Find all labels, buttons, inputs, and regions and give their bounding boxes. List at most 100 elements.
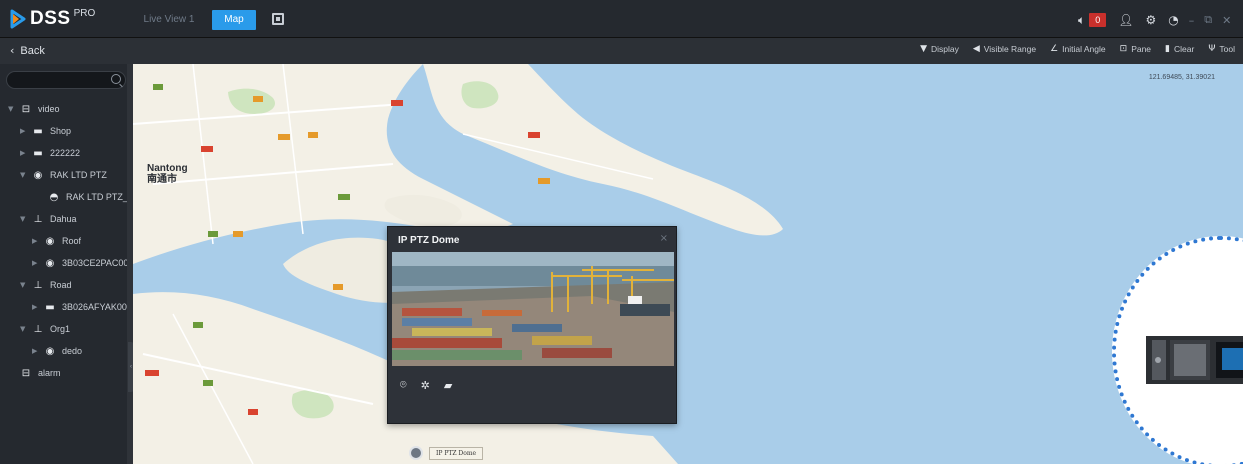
tree-node-dedo[interactable]: ▶ ◉ dedo <box>32 340 82 362</box>
tree-node-video[interactable]: ▼ ⊟ video <box>8 98 60 120</box>
highway-marker <box>391 100 403 106</box>
highway-marker <box>153 84 163 90</box>
display-label: Display <box>930 44 959 54</box>
camera-group-icon: ⊟ <box>21 103 31 115</box>
add-tab-icon[interactable] <box>272 13 284 25</box>
visible-range-button[interactable]: ◀ Visible Range <box>973 44 1036 54</box>
tree-node-label: Shop <box>50 126 72 136</box>
highway-marker <box>233 231 243 237</box>
highway-marker <box>193 322 203 328</box>
angle-icon: ∠ <box>1050 44 1059 54</box>
map-canvas[interactable]: 121.69485, 31.39021 Nantong 南通市 IP PTZ D… <box>133 64 1243 464</box>
clear-label: Clear <box>1174 44 1195 54</box>
close-icon[interactable]: × <box>660 233 668 244</box>
tab-map[interactable]: Map <box>212 10 256 30</box>
speaker-icon[interactable]: 🔈︎ <box>1078 13 1085 28</box>
highway-marker <box>203 380 213 386</box>
tree-node-rak-ltd-ptz[interactable]: ▼ ◉ RAK LTD PTZ <box>20 164 107 186</box>
tree-node-label: 222222 <box>50 148 81 158</box>
gear-icon[interactable]: ⚙ <box>1145 13 1156 27</box>
expand-arrow-icon[interactable]: ▶ <box>32 303 42 311</box>
device-tree-panel: ▼ ⊟ video ▶ ▬ Shop ▶ ▬ 222222 ▼ ◉ RAK LTD PTZ ◓ R… <box>0 64 133 464</box>
tree-node-org1[interactable]: ▼ ⊥ Org1 <box>20 318 70 340</box>
tree-node-label: 3B03CE2PAC00 <box>62 258 129 268</box>
map-toolbar: ‹ Back ▼ Display ◀ Visible Range ∠ Initial … <box>0 38 1243 64</box>
brand-edition: PRO <box>73 7 96 19</box>
expand-arrow-icon[interactable]: ▶ <box>32 259 42 267</box>
snapshot-icon[interactable]: ▰ <box>444 379 452 392</box>
titlebar-controls: 🔈︎ 0 👤︎ ⚙ ◔ – ⧉ ✕ <box>1078 10 1231 30</box>
video-preview[interactable] <box>392 252 674 366</box>
display-button[interactable]: ▼ Display <box>920 44 959 54</box>
trash-icon: ▮ <box>1165 44 1170 54</box>
ptz-icon: ◉ <box>33 169 43 181</box>
ptz-icon: ◉ <box>45 235 55 247</box>
initial-angle-button[interactable]: ∠ Initial Angle <box>1050 44 1106 54</box>
popup-title: IP PTZ Dome <box>398 235 460 246</box>
locate-icon[interactable]: ⌾ <box>400 378 407 392</box>
alarm-count-badge[interactable]: 0 <box>1089 13 1107 27</box>
highway-marker <box>248 409 258 415</box>
expand-arrow-icon[interactable]: ▶ <box>32 347 42 355</box>
tool-icon: Ψ <box>1208 44 1216 54</box>
tree-node-rak-ltd-ptz-1[interactable]: ◓ RAK LTD PTZ_1 <box>46 186 133 208</box>
gauge-icon[interactable]: ◔ <box>1168 13 1178 27</box>
highway-marker <box>208 231 218 237</box>
expand-arrow-icon[interactable]: ▶ <box>20 149 30 157</box>
highway-marker <box>201 146 213 152</box>
brand-name: DSS <box>30 8 71 29</box>
camera-popup: IP PTZ Dome × ⌾ ✲ ▰ <box>387 226 677 424</box>
coordinate-readout: 121.69485, 31.39021 <box>1148 74 1215 81</box>
org-icon: ⊥ <box>33 279 43 291</box>
clear-button[interactable]: ▮ Clear <box>1165 44 1194 54</box>
expand-arrow-icon[interactable]: ▼ <box>20 281 30 289</box>
tree-node-label: RAK LTD PTZ_1 <box>66 192 133 202</box>
city-label: Nantong 南通市 <box>147 163 188 185</box>
tab-live-view[interactable]: Live View 1 <box>139 10 199 30</box>
expand-arrow-icon[interactable]: ▶ <box>32 237 42 245</box>
tree-node-dahua[interactable]: ▼ ⊥ Dahua <box>20 208 77 230</box>
tree-node-shop[interactable]: ▶ ▬ Shop <box>20 120 71 142</box>
dss-pro-window: DSS PRO Live View 1 Map 🔈︎ 0 👤︎ ⚙ ◔ – ⧉ … <box>0 0 1243 464</box>
initial-angle-label: Initial Angle <box>1062 44 1106 54</box>
tool-button[interactable]: Ψ Tool <box>1208 44 1235 54</box>
expand-arrow-icon[interactable]: ▼ <box>8 105 18 113</box>
camera-marker-icon[interactable] <box>409 446 423 460</box>
nvr-icon: ▬ <box>33 147 43 159</box>
popup-actions: ⌾ ✲ ▰ <box>400 378 466 392</box>
pane-label: Pane <box>1131 44 1152 54</box>
tree-node-label: video <box>38 104 60 114</box>
tree-node-alarm[interactable]: ⊟ alarm <box>18 362 61 384</box>
expand-arrow-icon[interactable]: ▼ <box>20 325 30 333</box>
map-camera-marker[interactable]: IP PTZ Dome <box>409 446 484 460</box>
tree-node-roof[interactable]: ▶ ◉ Roof <box>32 230 81 252</box>
highway-marker <box>145 370 159 376</box>
back-button[interactable]: ‹ Back <box>10 44 45 57</box>
pane-button[interactable]: ⊡ Pane <box>1120 44 1151 54</box>
tree-node-road[interactable]: ▼ ⊥ Road <box>20 274 72 296</box>
expand-arrow-icon[interactable]: ▼ <box>20 215 30 223</box>
tree-node-222222[interactable]: ▶ ▬ 222222 <box>20 142 80 164</box>
restore-icon[interactable]: ⧉ <box>1204 13 1212 27</box>
chevron-left-icon: ‹ <box>10 44 15 57</box>
expand-arrow-icon[interactable]: ▶ <box>20 127 30 135</box>
app-logo: DSS PRO <box>10 8 95 30</box>
highway-marker <box>538 178 550 184</box>
highway-marker <box>278 134 290 140</box>
close-icon[interactable]: ✕ <box>1222 14 1231 27</box>
dahua-logo-icon <box>10 9 26 29</box>
search-input[interactable] <box>6 71 126 89</box>
alarm-group-icon: ⊟ <box>21 367 31 379</box>
tool-label: Tool <box>1219 44 1235 54</box>
tree-node-3b026afyak00[interactable]: ▶ ▬ 3B026AFYAK00 <box>32 296 127 318</box>
expand-arrow-icon[interactable]: ▼ <box>20 171 30 179</box>
minimize-icon[interactable]: – <box>1189 14 1195 27</box>
tree-node-label: alarm <box>38 368 61 378</box>
user-icon[interactable]: 👤︎ <box>1118 13 1133 27</box>
tree-node-label: Road <box>50 280 72 290</box>
search-icon[interactable] <box>111 74 121 84</box>
ptz-control-icon[interactable]: ✲ <box>421 379 430 392</box>
tree-node-3b03ce2pac00[interactable]: ▶ ◉ 3B03CE2PAC00 <box>32 252 128 274</box>
visible-range-label: Visible Range <box>983 44 1037 54</box>
map-tools: ▼ Display ◀ Visible Range ∠ Initial Angle ⊡… <box>906 44 1235 54</box>
